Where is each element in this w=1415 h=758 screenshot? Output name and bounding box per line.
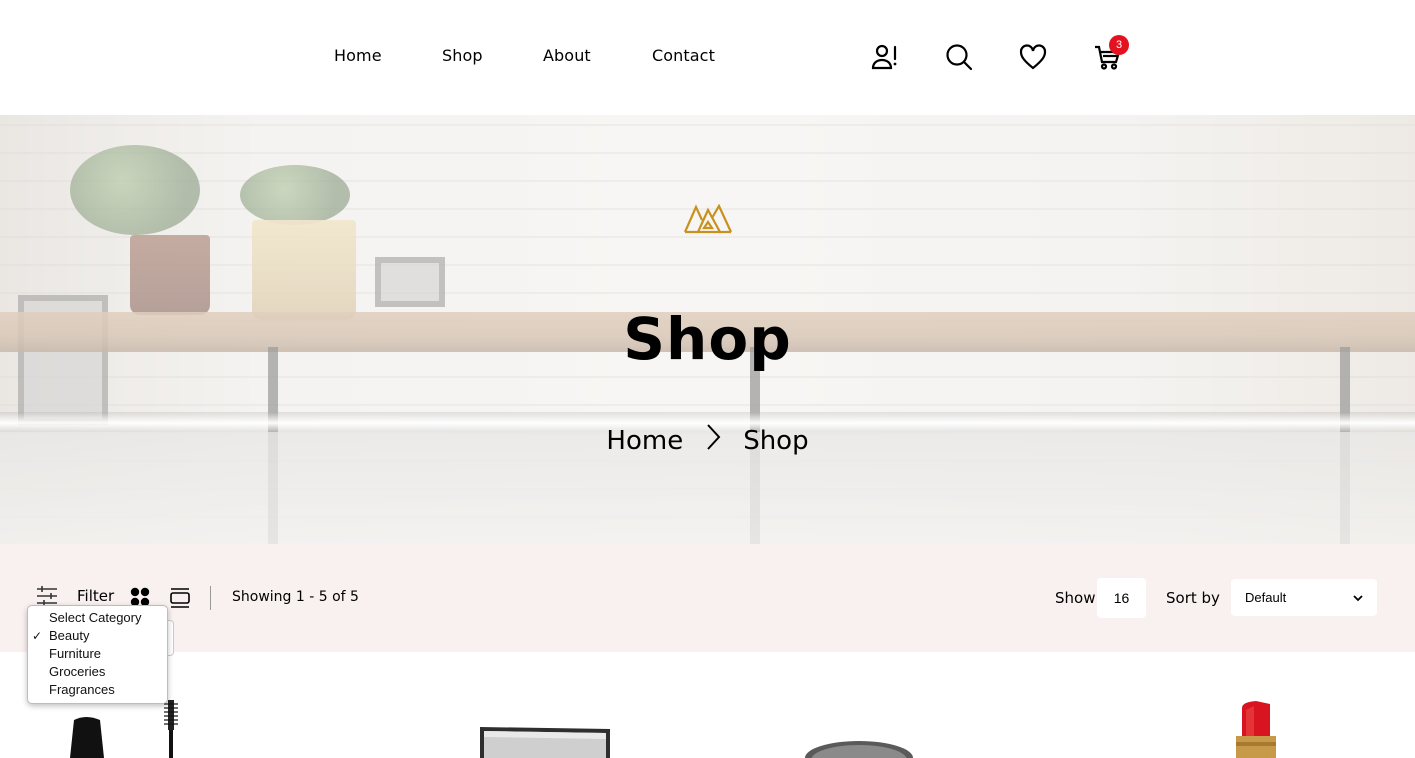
- breadcrumb: Home Shop: [0, 423, 1415, 458]
- sort-select-value: Default: [1245, 590, 1287, 605]
- site-header: Home Shop About Contact 3: [0, 0, 1415, 115]
- option-label: Groceries: [49, 664, 106, 679]
- hero-banner: Shop Home Shop: [0, 115, 1415, 544]
- cart-icon[interactable]: 3: [1092, 35, 1129, 72]
- category-option-furniture[interactable]: Furniture: [28, 645, 167, 663]
- option-label: Furniture: [49, 646, 102, 661]
- product-image-powder[interactable]: [804, 740, 914, 758]
- category-option-select[interactable]: Select Category: [28, 609, 167, 627]
- option-label: Select Category: [49, 610, 142, 625]
- show-count-input[interactable]: [1097, 578, 1146, 618]
- filter-button[interactable]: Filter: [77, 587, 114, 605]
- sort-label: Sort by: [1166, 589, 1220, 607]
- product-image-lipstick[interactable]: [1232, 700, 1280, 758]
- list-view-icon[interactable]: [170, 587, 190, 609]
- chevron-down-icon: [1353, 590, 1363, 605]
- cart-count-badge: 3: [1109, 35, 1129, 55]
- option-label: Fragrances: [49, 682, 115, 697]
- category-dropdown-menu: Select Category ✓ Beauty Furniture Grocer…: [27, 605, 168, 704]
- product-grid: [0, 652, 1415, 758]
- category-option-beauty[interactable]: ✓ Beauty: [28, 627, 167, 645]
- shop-toolbar: Filter Showing 1 - 5 of 5 Show Sort by D…: [0, 544, 1415, 652]
- option-label: Beauty: [49, 628, 90, 643]
- check-icon: ✓: [32, 629, 43, 643]
- sort-select[interactable]: Default: [1231, 579, 1377, 616]
- category-option-fragrances[interactable]: Fragrances: [28, 681, 167, 699]
- main-nav: Home Shop About Contact: [0, 44, 1415, 70]
- heart-icon[interactable]: [1018, 42, 1048, 72]
- brand-logo-icon: [683, 203, 732, 238]
- breadcrumb-home[interactable]: Home: [606, 426, 683, 456]
- nav-shop[interactable]: Shop: [442, 46, 483, 65]
- nav-home[interactable]: Home: [334, 46, 382, 65]
- grid-view-icon[interactable]: [130, 587, 150, 607]
- nav-about[interactable]: About: [543, 46, 591, 65]
- chevron-right-icon: [705, 423, 721, 458]
- filter-sliders-icon[interactable]: [36, 585, 58, 607]
- category-option-groceries[interactable]: Groceries: [28, 663, 167, 681]
- product-image-mascara[interactable]: [60, 700, 180, 758]
- page-title: Shop: [623, 305, 792, 373]
- product-image-palette[interactable]: [478, 725, 612, 758]
- show-label: Show: [1055, 589, 1096, 607]
- search-icon[interactable]: [944, 42, 974, 72]
- nav-contact[interactable]: Contact: [652, 46, 715, 65]
- toolbar-divider: [210, 586, 211, 610]
- breadcrumb-current: Shop: [743, 425, 809, 456]
- user-alert-icon[interactable]: [870, 42, 900, 72]
- results-count: Showing 1 - 5 of 5: [232, 589, 359, 605]
